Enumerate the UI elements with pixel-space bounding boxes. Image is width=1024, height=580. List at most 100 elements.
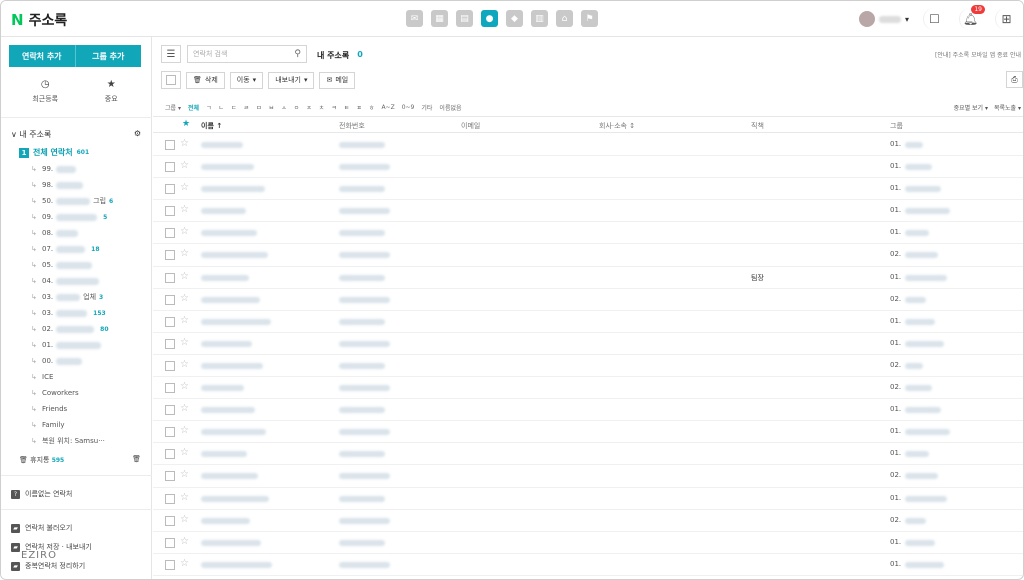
my-book-header[interactable]: ∨ 내 주소록 ⚙ [11,129,141,140]
notice-link[interactable]: [안내] 주소록 모바일 앱 종료 안내 [935,50,1021,59]
table-row[interactable]: ☆ 02. [153,510,1023,532]
add-group-button[interactable]: 그룹 추가 [74,45,141,67]
memo-icon[interactable]: ▤ [456,10,473,27]
table-row[interactable]: ☆ 02. [153,377,1023,400]
sidebar-group-item[interactable]: ↳ 08. [31,225,146,241]
col-phone[interactable]: 전화번호 [339,121,365,131]
print-icon[interactable]: ⎙ [1006,71,1023,88]
table-row[interactable]: ☆ 02. [153,244,1023,267]
table-row[interactable]: ☆ 01. [153,399,1023,422]
account-menu[interactable]: ▾ [858,11,909,27]
star-icon[interactable]: ☆ [180,293,189,304]
row-checkbox[interactable] [165,250,175,261]
index-filter[interactable]: ㄴ [219,103,225,112]
star-icon[interactable]: ☆ [180,160,189,171]
contact-name[interactable] [201,451,247,458]
star-icon[interactable]: ☆ [180,248,189,259]
sidebar-group-item[interactable]: ↳ 02. 80 [31,321,146,337]
index-filter[interactable]: ㅊ [319,103,325,112]
contact-name[interactable] [201,252,268,259]
row-checkbox[interactable] [165,383,175,394]
table-row[interactable]: ☆ 01. [153,532,1023,554]
sidebar-group-item[interactable]: ↳ 04. [31,273,146,289]
row-checkbox[interactable] [165,493,175,504]
table-row[interactable]: ☆ 01. [153,488,1023,510]
index-filter[interactable]: ㅎ [369,103,375,112]
index-filter[interactable]: ㅇ [294,103,300,112]
col-email[interactable]: 이메일 [461,121,480,131]
bookmark-icon[interactable]: ⚑ [581,10,598,27]
star-icon[interactable]: ☆ [180,182,189,193]
sidebar-group-item[interactable]: ↳ 99. [31,161,146,177]
row-checkbox[interactable] [165,360,175,371]
table-row[interactable]: ☆ 01. [153,443,1023,466]
export-button[interactable]: 내보내기 ▾ [268,71,315,89]
row-checkbox[interactable] [165,449,175,460]
search-box[interactable]: 연락처 검색 ⚲ [187,45,307,63]
cleanup-link[interactable]: ▰ 중복연락처 정리하기 [11,561,85,571]
sidebar-group-item[interactable]: ↳ 50. 그립 6 [31,193,146,209]
table-row[interactable]: ☆ 01. [153,554,1023,576]
contact-name[interactable] [201,429,266,436]
row-checkbox[interactable] [165,338,175,349]
contacts-icon[interactable]: ● [481,10,498,27]
mail-icon[interactable]: ✉ [406,10,423,27]
index-filter[interactable]: A~Z [381,104,394,111]
index-filter[interactable]: 0~9 [402,104,415,111]
index-filter[interactable]: ㅋ [331,103,337,112]
sidebar-group-item[interactable]: ↳ 03. 153 [31,305,146,321]
star-icon[interactable]: ☆ [180,138,189,149]
star-icon[interactable]: ★ [182,119,190,129]
star-icon[interactable]: ☆ [180,469,189,480]
table-row[interactable]: ☆ 01. [153,200,1023,223]
chat-icon[interactable]: ☐ [923,8,945,30]
drive-icon[interactable]: ▥ [531,10,548,27]
row-checkbox[interactable] [165,427,175,438]
star-icon[interactable]: ☆ [180,447,189,458]
star-icon[interactable]: ☆ [180,271,189,282]
move-button[interactable]: 이동 ▾ [229,71,264,89]
sidebar-group-item[interactable]: ↳ Coworkers [31,385,146,401]
search-icon[interactable]: ⚲ [294,49,301,59]
row-checkbox[interactable] [165,405,175,416]
row-checkbox[interactable] [165,272,175,283]
row-checkbox[interactable] [165,515,175,526]
index-filter[interactable]: 이름없음 [439,103,461,112]
delete-button[interactable]: 🗑︎ 삭제 [186,71,225,89]
table-row[interactable]: ☆ 02. [153,355,1023,378]
table-row[interactable]: ☆ 01. [153,222,1023,245]
index-filter[interactable]: ㄱ [206,103,212,112]
search-input[interactable]: 연락처 검색 [193,49,227,59]
index-filter[interactable]: ㅅ [281,103,287,112]
col-position[interactable]: 직책 [751,121,764,131]
star-icon[interactable]: ☆ [180,381,189,392]
contact-name[interactable] [201,362,263,369]
index-filter[interactable]: 그룹 ▾ [165,103,181,112]
menu-icon[interactable]: ☰ [161,45,181,63]
grid-menu-icon[interactable]: ⊞ [995,8,1017,30]
contact-name[interactable] [201,142,243,148]
row-checkbox[interactable] [165,316,175,327]
contact-name[interactable] [201,230,257,237]
sidebar-group-item[interactable]: ↳ 07. 18 [31,241,146,257]
sidebar-group-item[interactable]: ↳ 98. [31,177,146,193]
contact-name[interactable] [201,208,246,215]
contact-name[interactable] [201,473,258,480]
empty-trash-icon[interactable]: 🗑︎ [132,455,141,465]
row-checkbox[interactable] [165,559,175,570]
contact-name[interactable] [201,340,252,347]
brand[interactable]: N 주소록 [11,10,67,30]
index-filter[interactable]: ㄹ [244,103,250,112]
contact-name[interactable] [201,164,254,171]
add-contact-button[interactable]: 연락처 추가 [9,45,75,67]
index-filter[interactable]: ㅌ [344,103,350,112]
table-row[interactable]: ☆ 02. [153,289,1023,311]
row-checkbox[interactable] [165,537,175,548]
calendar-icon[interactable]: ▦ [431,10,448,27]
sidebar-group-item[interactable]: ↳ 05. [31,257,146,273]
sidebar-group-item[interactable]: ↳ 00. [31,353,146,369]
contact-name[interactable] [201,517,250,524]
cafe-icon[interactable]: ◆ [506,10,523,27]
row-checkbox[interactable] [165,206,175,217]
sidebar-group-item[interactable]: ↳ Family [31,417,146,433]
